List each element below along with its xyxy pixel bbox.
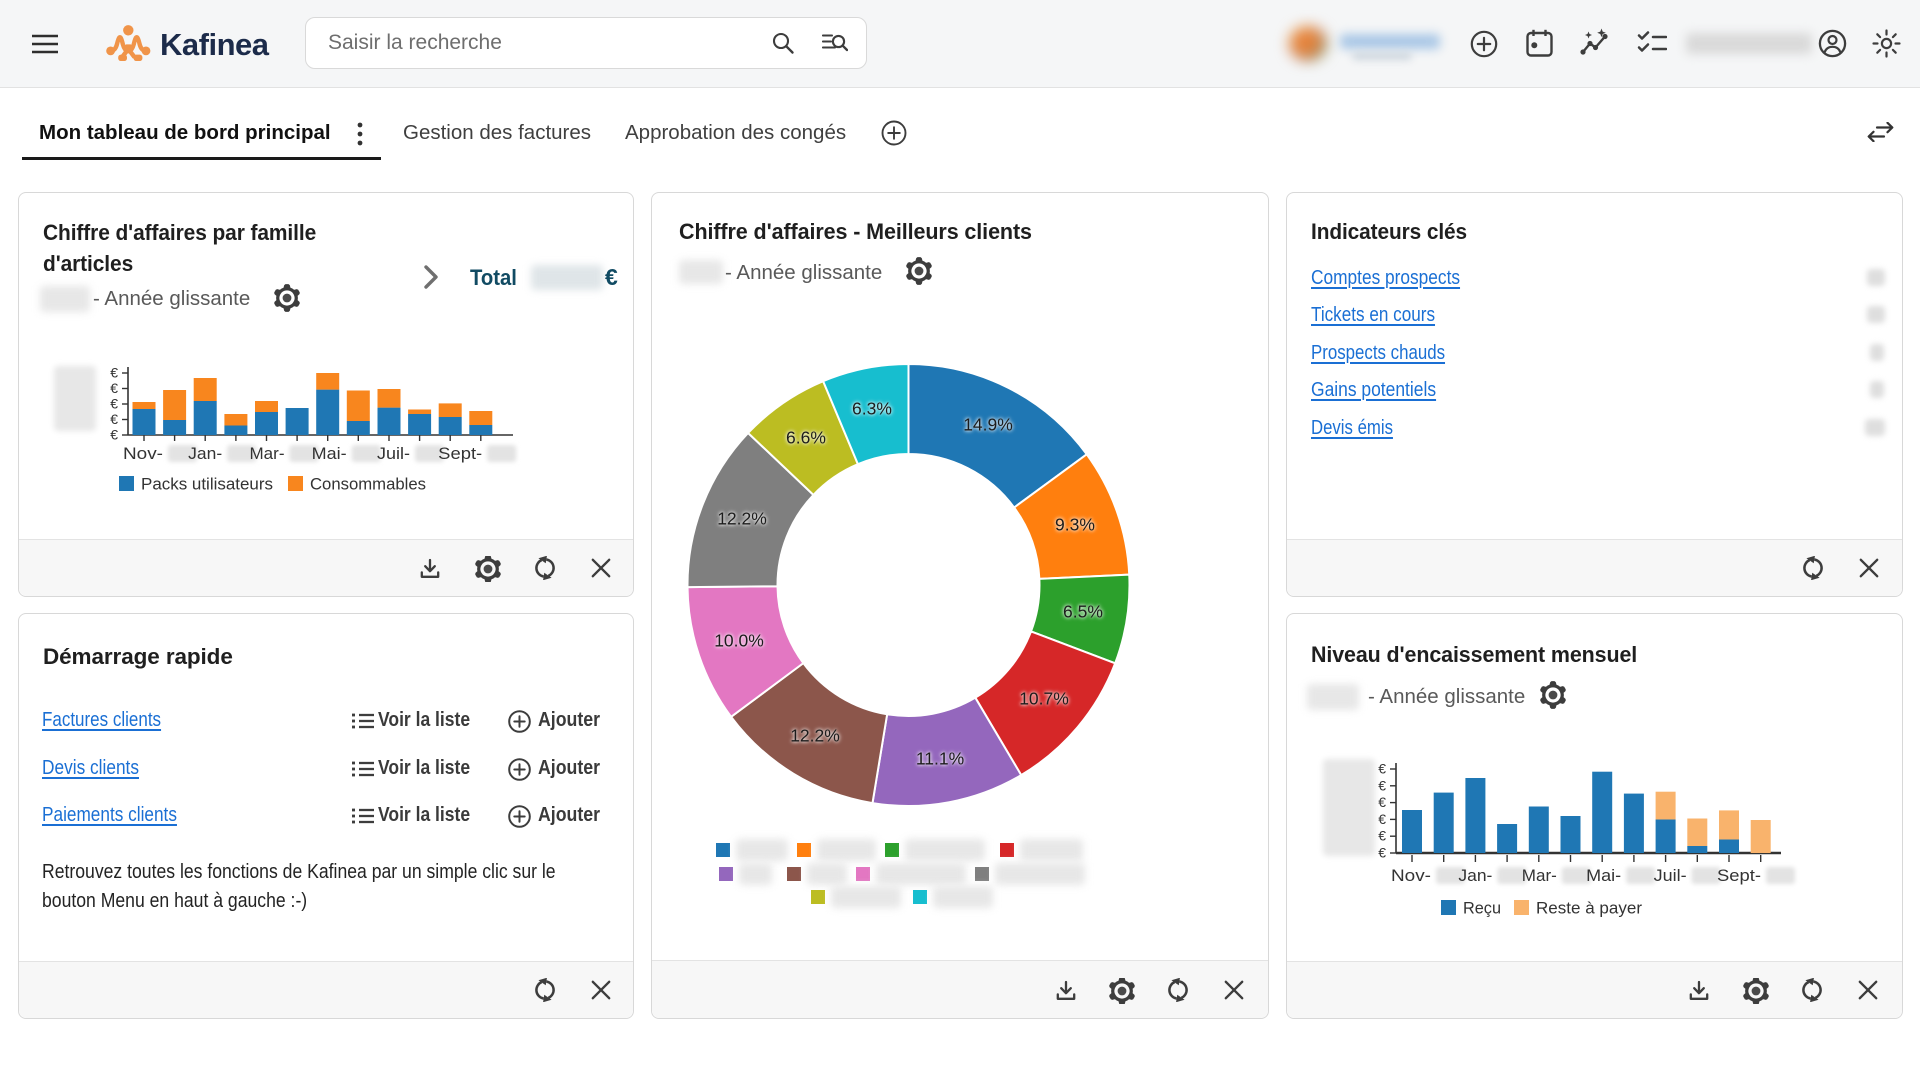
svg-text:€: €	[110, 411, 118, 427]
svg-text:Mai-: Mai-	[1586, 867, 1621, 885]
svg-text:€: €	[1378, 761, 1386, 777]
svg-text:€: €	[110, 365, 118, 381]
svg-text:Jan-: Jan-	[1458, 867, 1492, 885]
svg-text:Packs utilisateurs: Packs utilisateurs	[141, 476, 273, 494]
svg-text:Jan-: Jan-	[188, 445, 222, 463]
svg-text:€: €	[1378, 777, 1386, 793]
svg-text:Mar-: Mar-	[250, 445, 285, 463]
svg-text:€: €	[1378, 794, 1386, 810]
svg-text:Juil-: Juil-	[377, 445, 410, 463]
svg-text:€: €	[110, 396, 118, 412]
svg-text:Consommables: Consommables	[310, 476, 426, 494]
svg-text:Sept-: Sept-	[438, 445, 482, 463]
svg-text:€: €	[110, 380, 118, 396]
svg-text:€: €	[1378, 828, 1386, 844]
svg-text:Reçu: Reçu	[1463, 900, 1501, 918]
svg-text:€: €	[1378, 845, 1386, 861]
svg-text:Mar-: Mar-	[1522, 867, 1557, 885]
svg-text:€: €	[1378, 811, 1386, 827]
svg-text:Reste à payer: Reste à payer	[1536, 900, 1643, 918]
svg-text:Nov-: Nov-	[123, 445, 163, 463]
svg-text:Mai-: Mai-	[312, 445, 347, 463]
svg-text:Sept-: Sept-	[1717, 867, 1761, 885]
svg-text:Juil-: Juil-	[1654, 867, 1687, 885]
svg-text:€: €	[110, 427, 118, 443]
svg-text:Nov-: Nov-	[1391, 867, 1431, 885]
